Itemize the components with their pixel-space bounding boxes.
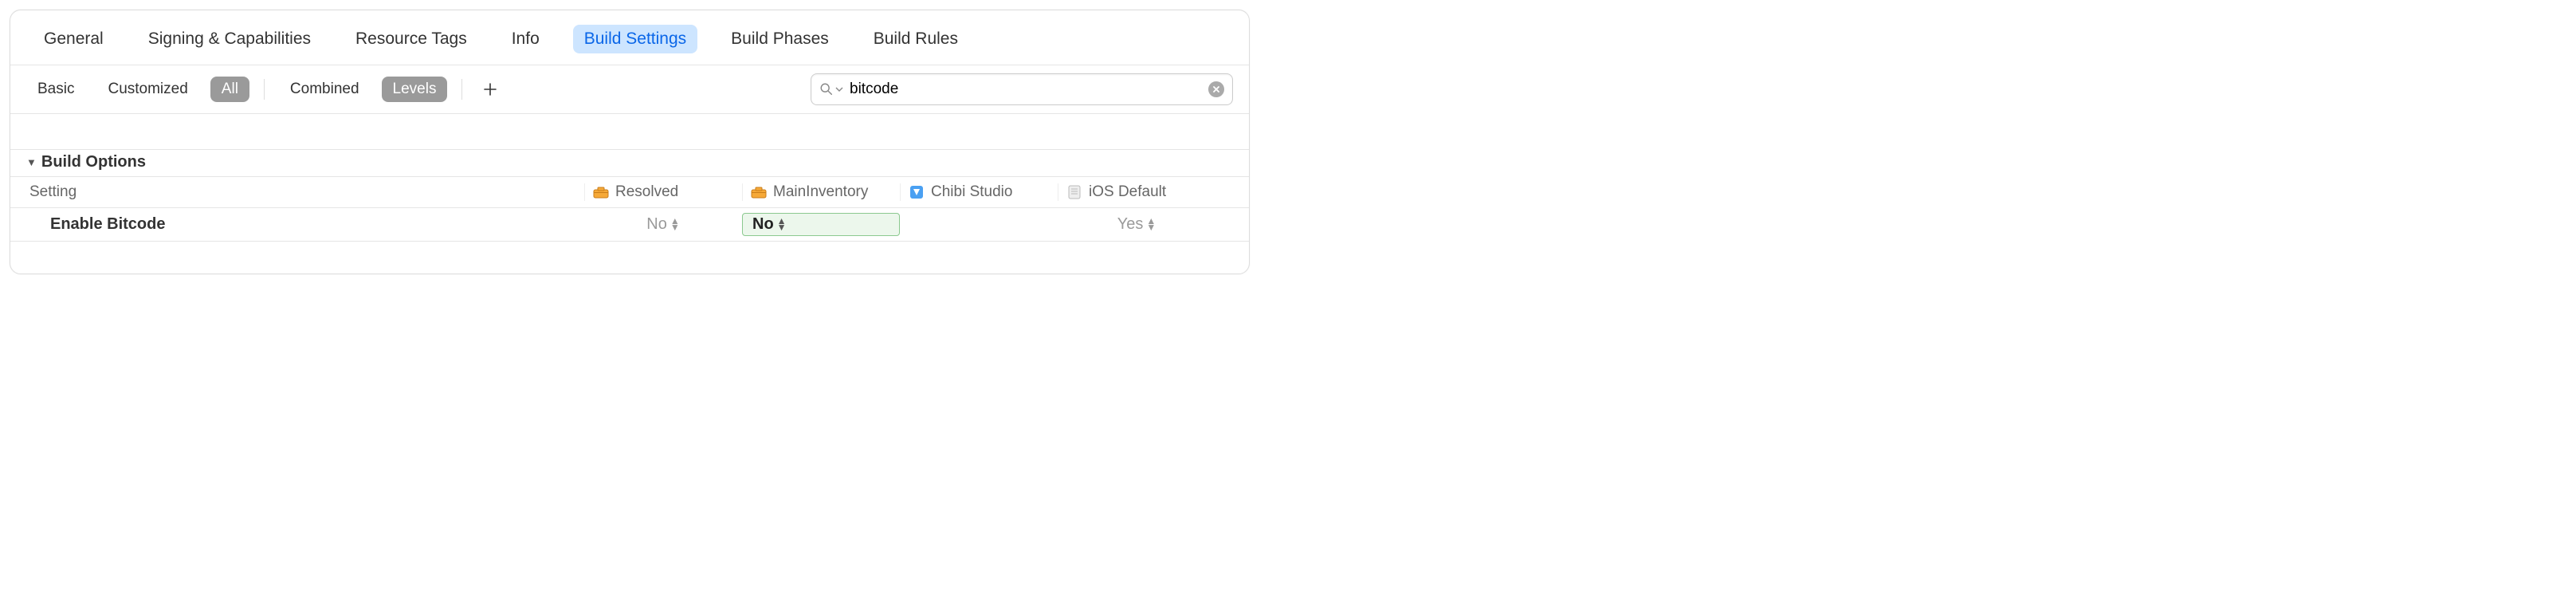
divider [264,79,265,100]
search-field[interactable] [811,73,1233,105]
divider [461,79,462,100]
column-default-label: iOS Default [1089,183,1166,201]
disclosure-triangle-icon[interactable]: ▼ [26,156,37,168]
search-input[interactable] [843,77,1208,101]
settings-content: ▼ Build Options Setting Resolved MainInv… [10,114,1249,274]
plus-icon [483,82,497,96]
tab-build-settings[interactable]: Build Settings [573,25,697,53]
column-headers: Setting Resolved MainInventory Chibi Stu… [10,177,1249,208]
tab-general[interactable]: General [33,25,115,53]
stepper-icon: ▲▼ [670,218,680,230]
clear-search-button[interactable] [1208,81,1224,97]
xcode-build-settings-pane: General Signing & Capabilities Resource … [10,10,1250,274]
project-icon [909,186,925,199]
value-target-text: No [752,215,774,234]
value-default-text: Yes [1117,215,1144,234]
toolbox-icon [593,186,609,199]
column-resolved-label: Resolved [615,183,678,201]
column-target-label: MainInventory [773,183,868,201]
editor-tabs: General Signing & Capabilities Resource … [10,10,1249,65]
add-setting-button[interactable] [477,79,504,100]
stepper-icon: ▲▼ [1146,218,1156,230]
setting-row[interactable]: Enable Bitcode No ▲▼ No ▲▼ Yes ▲▼ [10,208,1249,242]
tab-info[interactable]: Info [501,25,551,53]
filter-all[interactable]: All [210,77,249,102]
filter-basic[interactable]: Basic [26,77,85,102]
value-project[interactable] [900,223,1058,226]
setting-name: Enable Bitcode [26,215,584,234]
search-icon [819,82,834,96]
filter-bar: Basic Customized All Combined Levels [10,65,1249,114]
section-title: Build Options [41,153,146,171]
stepper-icon: ▲▼ [777,218,787,230]
column-setting: Setting [26,183,584,201]
column-ios-default: iOS Default [1058,183,1215,201]
tab-resource-tags[interactable]: Resource Tags [344,25,478,53]
filter-levels[interactable]: Levels [382,77,448,102]
column-project: Chibi Studio [900,183,1058,201]
column-target: MainInventory [742,183,900,201]
value-default[interactable]: Yes ▲▼ [1058,214,1215,235]
tab-build-phases[interactable]: Build Phases [720,25,840,53]
column-project-label: Chibi Studio [931,183,1012,201]
filter-combined[interactable]: Combined [279,77,371,102]
tab-build-rules[interactable]: Build Rules [862,25,969,53]
toolbox-icon [751,186,767,199]
filter-customized[interactable]: Customized [96,77,198,102]
value-resolved-text: No [646,215,667,234]
tab-signing-capabilities[interactable]: Signing & Capabilities [137,25,322,53]
chevron-down-icon[interactable] [835,85,843,93]
document-icon [1066,186,1082,199]
section-header: ▼ Build Options [10,149,1249,177]
value-resolved[interactable]: No ▲▼ [584,214,742,235]
column-resolved: Resolved [584,183,742,201]
close-icon [1212,85,1220,93]
value-target[interactable]: No ▲▼ [742,213,900,236]
